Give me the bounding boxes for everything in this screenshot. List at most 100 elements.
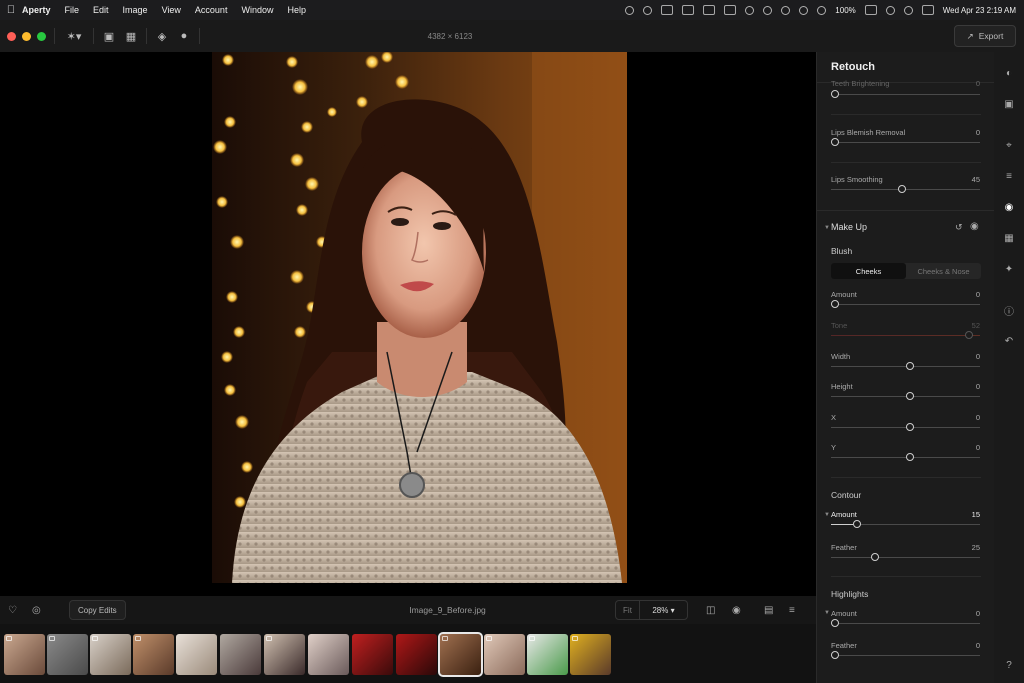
close-window-button[interactable]	[7, 31, 16, 41]
thumbnail[interactable]	[176, 634, 217, 675]
thumbnail[interactable]	[47, 634, 88, 675]
siri-icon[interactable]	[781, 5, 791, 15]
slider-knob[interactable]	[871, 553, 879, 561]
undo-history-icon[interactable]: ↶	[1002, 334, 1016, 348]
slider-track[interactable]	[831, 557, 980, 558]
section-makeup[interactable]: Make Up	[831, 222, 867, 232]
record-icon[interactable]	[625, 5, 635, 15]
menu-edit[interactable]: Edit	[93, 5, 109, 15]
retouch-mask-icon[interactable]: ◉	[1002, 200, 1016, 214]
tab-cheeks-and-nose[interactable]: Cheeks & Nose	[906, 263, 981, 279]
thumbnail[interactable]	[308, 634, 349, 675]
edited-badge-icon	[572, 636, 578, 641]
display-tray-icon[interactable]	[682, 5, 695, 15]
tool-tray-icon[interactable]	[661, 5, 674, 15]
eye-icon[interactable]: ◉	[732, 605, 741, 616]
thumbnail[interactable]	[90, 634, 131, 675]
copy-edits-button[interactable]: Copy Edits	[69, 600, 126, 620]
menu-image[interactable]: Image	[123, 5, 148, 15]
app-tray-icon[interactable]	[724, 5, 737, 15]
airpods-icon[interactable]	[763, 5, 773, 15]
compare-icon[interactable]: ◎	[32, 605, 41, 616]
slider-track[interactable]	[831, 94, 980, 95]
thumbnail[interactable]	[570, 634, 611, 675]
slider-knob[interactable]	[965, 331, 973, 339]
adjust-sliders-icon[interactable]: ≡	[1002, 169, 1016, 183]
presets-icon[interactable]: ◐	[1002, 66, 1016, 80]
body-icon[interactable]: ▦	[1002, 231, 1016, 245]
control-center-icon[interactable]	[921, 5, 934, 15]
menu-view[interactable]: View	[162, 5, 181, 15]
wifi-icon[interactable]	[885, 5, 895, 15]
slider-track[interactable]	[831, 623, 980, 624]
eye-tray-icon[interactable]	[643, 5, 653, 15]
clock[interactable]: Wed Apr 23 2:19 AM	[943, 6, 1016, 15]
import-icon[interactable]: ▦	[120, 25, 142, 47]
sort-icon[interactable]: ≡	[789, 605, 795, 616]
slider-track[interactable]	[831, 655, 980, 656]
face-detect-icon[interactable]: ▣	[1002, 97, 1016, 111]
thumbnail-selected[interactable]	[438, 632, 483, 677]
slider-label: Y	[831, 443, 837, 452]
thumbnail[interactable]	[220, 634, 261, 675]
slider-knob[interactable]	[831, 300, 839, 308]
visibility-eye-icon[interactable]: ◉	[970, 221, 979, 232]
slider-knob[interactable]	[906, 362, 914, 370]
eraser-icon[interactable]: ◈	[151, 25, 173, 47]
folder-icon[interactable]: ▣	[98, 25, 120, 47]
minimize-window-button[interactable]	[22, 31, 31, 41]
menu-account[interactable]: Account	[195, 5, 228, 15]
battery-percent: 100%	[835, 5, 856, 15]
fit-button[interactable]: Fit	[616, 601, 640, 619]
menu-file[interactable]: File	[65, 5, 80, 15]
battery-icon[interactable]	[864, 5, 877, 15]
split-view-icon[interactable]: ◫	[706, 605, 715, 616]
thumbnail[interactable]	[484, 634, 525, 675]
play-tray-icon[interactable]	[817, 5, 827, 15]
slider-knob[interactable]	[831, 619, 839, 627]
slider-knob[interactable]	[831, 138, 839, 146]
heart-icon[interactable]: ♡	[8, 605, 17, 616]
apple-icon[interactable]: 	[0, 4, 22, 16]
slider-knob[interactable]	[906, 423, 914, 431]
filmstrip-icon[interactable]: ▤	[764, 605, 773, 616]
slider-track[interactable]	[831, 335, 980, 336]
bluetooth-icon[interactable]	[799, 5, 809, 15]
menu-window[interactable]: Window	[241, 5, 273, 15]
slider-knob[interactable]	[906, 392, 914, 400]
slider-knob[interactable]	[898, 185, 906, 193]
help-icon[interactable]: ?	[1002, 658, 1016, 672]
info-icon[interactable]: ⓘ	[1002, 303, 1016, 318]
crop-icon[interactable]: ⌖	[1002, 138, 1016, 152]
zoom-dropdown[interactable]: 28% ▾	[640, 606, 687, 615]
magic-wand-icon[interactable]: ✦	[1002, 262, 1016, 276]
menu-app-name[interactable]: Aperty	[22, 5, 51, 15]
slider-knob[interactable]	[853, 520, 861, 528]
export-button[interactable]: ↗ Export	[954, 25, 1016, 47]
brush-icon[interactable]: ●	[173, 25, 195, 47]
zoom-window-button[interactable]	[37, 31, 46, 41]
thumbnail[interactable]	[4, 634, 45, 675]
search-tray-icon[interactable]	[903, 5, 913, 15]
zoom-control: Fit 28% ▾	[615, 600, 688, 620]
expand-arrow-icon[interactable]: ▼	[824, 610, 830, 616]
arc-tray-icon[interactable]	[745, 5, 755, 15]
slider-knob[interactable]	[831, 651, 839, 659]
thumbnail[interactable]	[352, 634, 393, 675]
folder-tray-icon[interactable]	[703, 5, 716, 15]
thumbnail[interactable]	[527, 634, 568, 675]
tab-cheeks[interactable]: Cheeks	[831, 263, 906, 279]
expand-arrow-icon[interactable]: ▼	[824, 512, 830, 518]
reset-icon[interactable]: ↺	[955, 222, 963, 233]
slider-track[interactable]	[831, 142, 980, 143]
menu-help[interactable]: Help	[287, 5, 306, 15]
thumbnail[interactable]	[133, 634, 174, 675]
slider-track[interactable]	[831, 304, 980, 305]
collapse-arrow-icon[interactable]: ▼	[824, 225, 830, 231]
slider-knob[interactable]	[831, 90, 839, 98]
sparkle-menu-icon[interactable]: ✶▾	[59, 25, 89, 47]
thumbnail[interactable]	[396, 634, 437, 675]
thumbnail[interactable]	[264, 634, 305, 675]
image-canvas[interactable]	[0, 52, 816, 596]
slider-knob[interactable]	[906, 453, 914, 461]
